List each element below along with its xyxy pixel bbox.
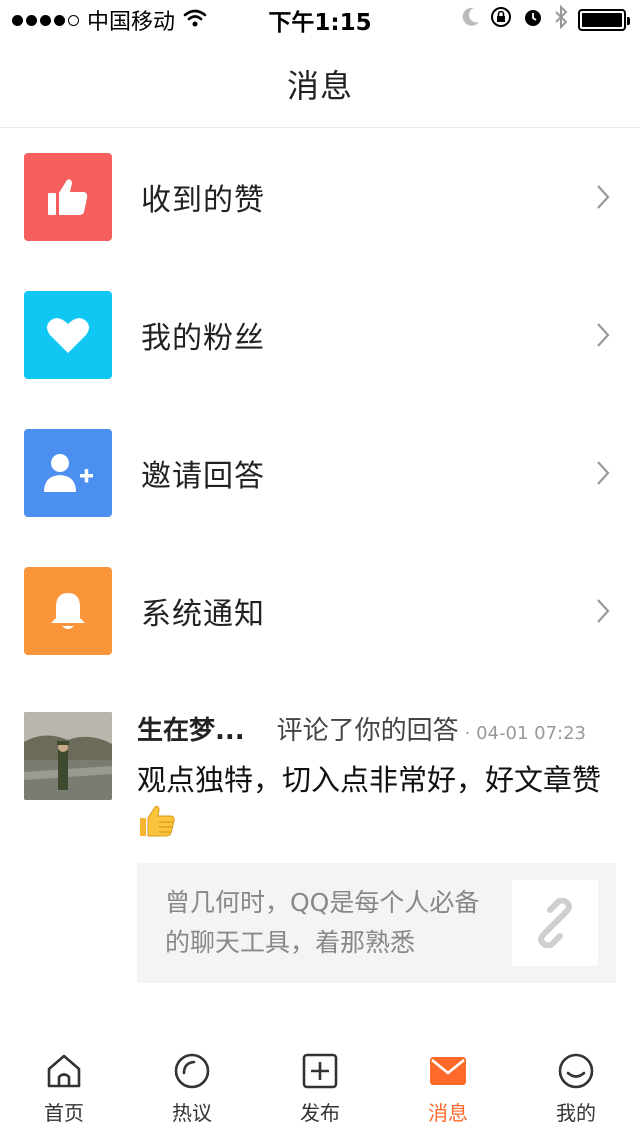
tab-label: 首页	[44, 1100, 84, 1125]
tab-hot[interactable]: 热议	[128, 1051, 256, 1126]
menu-list: 收到的赞 我的粉丝 邀请回答 系统通知	[0, 128, 640, 680]
avatar[interactable]	[24, 712, 112, 800]
link-icon	[512, 880, 598, 966]
signal-icon	[12, 14, 79, 26]
tab-label: 发布	[300, 1100, 340, 1125]
thumbs-up-icon	[24, 153, 112, 241]
profile-icon	[556, 1051, 596, 1091]
bluetooth-icon	[554, 4, 568, 35]
status-bar: 中国移动 下午1:15	[0, 0, 640, 40]
alarm-icon	[522, 6, 544, 34]
thumbs-up-emoji-icon	[137, 804, 177, 849]
tab-messages[interactable]: 消息	[384, 1051, 512, 1126]
home-icon	[44, 1051, 84, 1091]
menu-item-fans[interactable]: 我的粉丝	[0, 266, 640, 404]
comment-timestamp: · 04-01 07:23	[464, 723, 586, 744]
tab-label: 热议	[172, 1100, 212, 1125]
rotation-lock-icon	[490, 6, 512, 34]
circle-icon	[172, 1051, 212, 1091]
status-left: 中国移动	[12, 4, 207, 36]
menu-item-system[interactable]: 系统通知	[0, 542, 640, 680]
tab-label: 我的	[556, 1100, 596, 1125]
battery-icon	[578, 9, 630, 31]
moon-icon	[462, 7, 480, 33]
tab-profile[interactable]: 我的	[512, 1051, 640, 1126]
nav-bar: 消息	[0, 40, 640, 128]
menu-item-label: 邀请回答	[141, 459, 265, 494]
comment-body: 生在梦... 评论了你的回答 · 04-01 07:23 观点独特，切入点非常好…	[137, 710, 617, 849]
menu-item-invite[interactable]: 邀请回答	[0, 404, 640, 542]
chevron-right-icon	[592, 458, 614, 488]
plus-square-icon	[300, 1051, 340, 1091]
chevron-right-icon	[592, 596, 614, 626]
comment-username[interactable]: 生在梦...	[137, 710, 245, 747]
carrier-label: 中国移动	[87, 10, 176, 35]
bell-icon	[24, 567, 112, 655]
comment-text: 观点独特，切入点非常好，好文章赞	[137, 759, 617, 849]
status-right	[462, 4, 630, 35]
menu-item-label: 系统通知	[141, 597, 265, 632]
menu-item-likes[interactable]: 收到的赞	[0, 128, 640, 266]
chevron-right-icon	[592, 182, 614, 212]
tab-label: 消息	[428, 1100, 468, 1125]
shared-answer-card[interactable]: 曾几何时，QQ是每个人必备的聊天工具，着那熟悉	[137, 863, 616, 983]
tab-bar: 首页 热议 发布 消息 我的	[0, 1040, 640, 1136]
heart-icon	[24, 291, 112, 379]
tab-home[interactable]: 首页	[0, 1051, 128, 1126]
shared-answer-text: 曾几何时，QQ是每个人必备的聊天工具，着那熟悉	[165, 888, 480, 957]
menu-item-label: 收到的赞	[141, 183, 265, 218]
mail-icon	[428, 1051, 468, 1091]
comment-header: 生在梦... 评论了你的回答 · 04-01 07:23	[137, 710, 617, 747]
add-user-icon	[24, 429, 112, 517]
menu-item-label: 我的粉丝	[141, 321, 265, 356]
chevron-right-icon	[592, 320, 614, 350]
comment-action: 评论了你的回答	[276, 716, 459, 746]
tab-publish[interactable]: 发布	[256, 1051, 384, 1126]
page-title: 消息	[286, 66, 353, 105]
comment-text-content: 观点独特，切入点非常好，好文章赞	[137, 763, 602, 797]
wifi-icon	[183, 8, 207, 33]
